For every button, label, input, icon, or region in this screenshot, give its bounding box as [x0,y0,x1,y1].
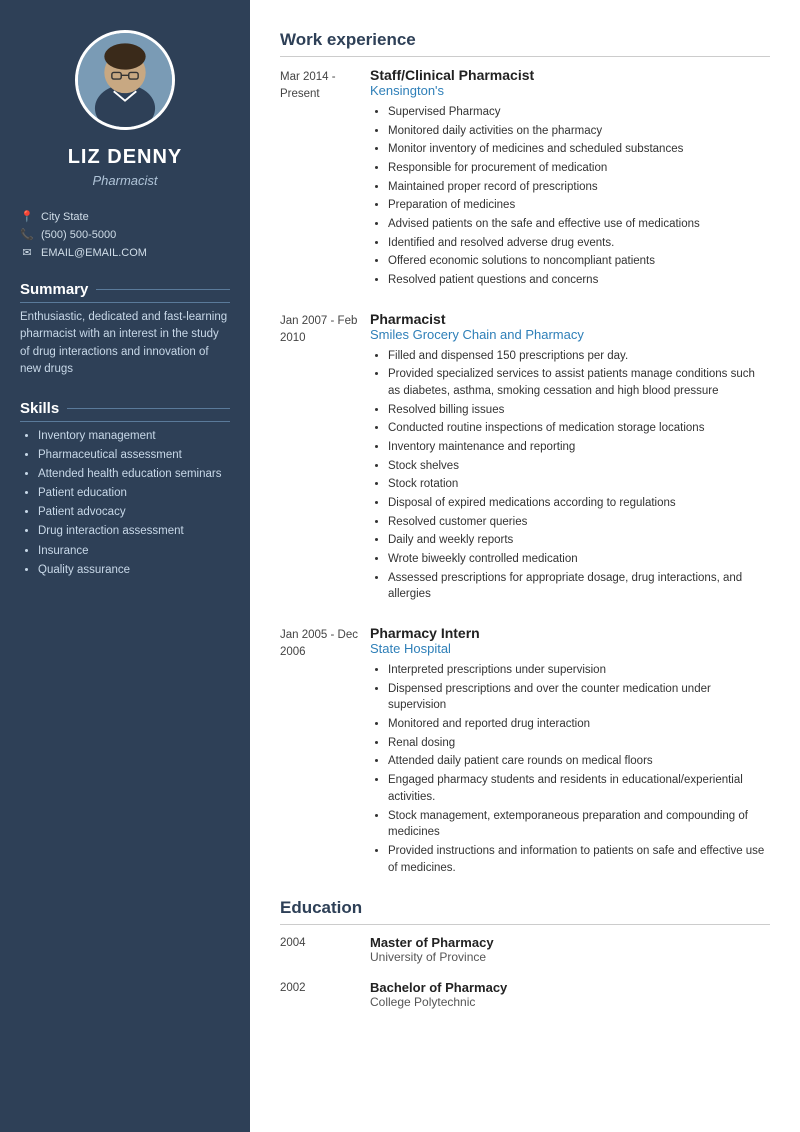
skill-item: Drug interaction assessment [38,523,230,539]
education-section: Education 2004Master of PharmacyUniversi… [280,898,770,1009]
job-company: Smiles Grocery Chain and Pharmacy [370,327,770,342]
edu-date: 2004 [280,935,370,964]
job-bullet: Stock rotation [388,476,770,493]
job-bullet: Interpreted prescriptions under supervis… [388,662,770,679]
job-bullet: Stock shelves [388,458,770,475]
job-bullet: Stock management, extemporaneous prepara… [388,808,770,841]
email-contact: ✉ EMAIL@EMAIL.COM [20,246,230,259]
job-content: PharmacistSmiles Grocery Chain and Pharm… [370,311,770,605]
work-section: Work experience Mar 2014 - PresentStaff/… [280,30,770,878]
job-date: Jan 2005 - Dec 2006 [280,625,370,878]
edu-content: Bachelor of PharmacyCollege Polytechnic [370,980,507,1009]
job-bullet: Inventory maintenance and reporting [388,439,770,456]
summary-text: Enthusiastic, dedicated and fast-learnin… [20,309,230,378]
summary-section-title: Summary [20,281,230,303]
edu-block: 2004Master of PharmacyUniversity of Prov… [280,935,770,964]
job-bullet: Identified and resolved adverse drug eve… [388,235,770,252]
location-icon: 📍 [20,210,34,223]
job-bullet: Provided instructions and information to… [388,843,770,876]
job-company: Kensington's [370,83,770,98]
job-bullets: Filled and dispensed 150 prescriptions p… [370,348,770,603]
job-bullet: Maintained proper record of prescription… [388,179,770,196]
location-contact: 📍 City State [20,210,230,223]
job-title: Staff/Clinical Pharmacist [370,67,770,83]
edu-school: University of Province [370,950,494,964]
skill-item: Pharmaceutical assessment [38,447,230,463]
job-bullets: Interpreted prescriptions under supervis… [370,662,770,876]
job-bullet: Dispensed prescriptions and over the cou… [388,681,770,714]
job-bullet: Attended daily patient care rounds on me… [388,753,770,770]
job-bullet: Wrote biweekly controlled medication [388,551,770,568]
job-bullet: Renal dosing [388,735,770,752]
sidebar: LIZ DENNY Pharmacist 📍 City State 📞 (500… [0,0,250,1132]
edu-date: 2002 [280,980,370,1009]
skill-item: Quality assurance [38,562,230,578]
job-bullet: Advised patients on the safe and effecti… [388,216,770,233]
skills-section-title: Skills [20,400,230,422]
job-title: Pharmacist [370,311,770,327]
edu-degree: Bachelor of Pharmacy [370,980,507,995]
job-title: Pharmacy Intern [370,625,770,641]
skill-item: Patient education [38,485,230,501]
edu-container: 2004Master of PharmacyUniversity of Prov… [280,935,770,1009]
email-icon: ✉ [20,246,34,259]
skill-item: Inventory management [38,428,230,444]
edu-school: College Polytechnic [370,995,507,1009]
job-block: Jan 2005 - Dec 2006Pharmacy InternState … [280,625,770,878]
candidate-name: LIZ DENNY [20,146,230,169]
jobs-container: Mar 2014 - PresentStaff/Clinical Pharmac… [280,67,770,878]
job-block: Jan 2007 - Feb 2010PharmacistSmiles Groc… [280,311,770,605]
edu-degree: Master of Pharmacy [370,935,494,950]
skills-divider [67,408,230,409]
avatar-wrapper [20,30,230,130]
job-bullet: Resolved patient questions and concerns [388,272,770,289]
skills-list: Inventory management Pharmaceutical asses… [20,428,230,578]
job-bullet: Conducted routine inspections of medicat… [388,420,770,437]
job-bullet: Provided specialized services to assist … [388,366,770,399]
job-content: Staff/Clinical PharmacistKensington's Sup… [370,67,770,291]
job-bullet: Preparation of medicines [388,197,770,214]
job-bullet: Daily and weekly reports [388,532,770,549]
edu-content: Master of PharmacyUniversity of Province [370,935,494,964]
job-bullet: Supervised Pharmacy [388,104,770,121]
phone-icon: 📞 [20,228,34,241]
job-content: Pharmacy InternState Hospital Interpreted… [370,625,770,878]
job-bullet: Offered economic solutions to noncomplia… [388,253,770,270]
job-company: State Hospital [370,641,770,656]
job-bullet: Filled and dispensed 150 prescriptions p… [388,348,770,365]
phone-contact: 📞 (500) 500-5000 [20,228,230,241]
job-date: Jan 2007 - Feb 2010 [280,311,370,605]
avatar [75,30,175,130]
summary-divider [96,289,230,290]
work-section-header: Work experience [280,30,770,57]
skill-item: Insurance [38,543,230,559]
job-bullet: Monitored daily activities on the pharma… [388,123,770,140]
job-bullet: Resolved billing issues [388,402,770,419]
job-bullet: Disposal of expired medications accordin… [388,495,770,512]
job-bullet: Monitored and reported drug interaction [388,716,770,733]
job-bullet: Engaged pharmacy students and residents … [388,772,770,805]
skill-item: Attended health education seminars [38,466,230,482]
job-date: Mar 2014 - Present [280,67,370,291]
resume-page: LIZ DENNY Pharmacist 📍 City State 📞 (500… [0,0,800,1132]
job-bullet: Monitor inventory of medicines and sched… [388,141,770,158]
job-bullets: Supervised Pharmacy Monitored daily activ… [370,104,770,289]
job-block: Mar 2014 - PresentStaff/Clinical Pharmac… [280,67,770,291]
edu-block: 2002Bachelor of PharmacyCollege Polytech… [280,980,770,1009]
job-bullet: Resolved customer queries [388,514,770,531]
candidate-title: Pharmacist [20,173,230,188]
education-section-header: Education [280,898,770,925]
main-content: Work experience Mar 2014 - PresentStaff/… [250,0,800,1132]
job-bullet: Responsible for procurement of medicatio… [388,160,770,177]
job-bullet: Assessed prescriptions for appropriate d… [388,570,770,603]
skill-item: Patient advocacy [38,504,230,520]
